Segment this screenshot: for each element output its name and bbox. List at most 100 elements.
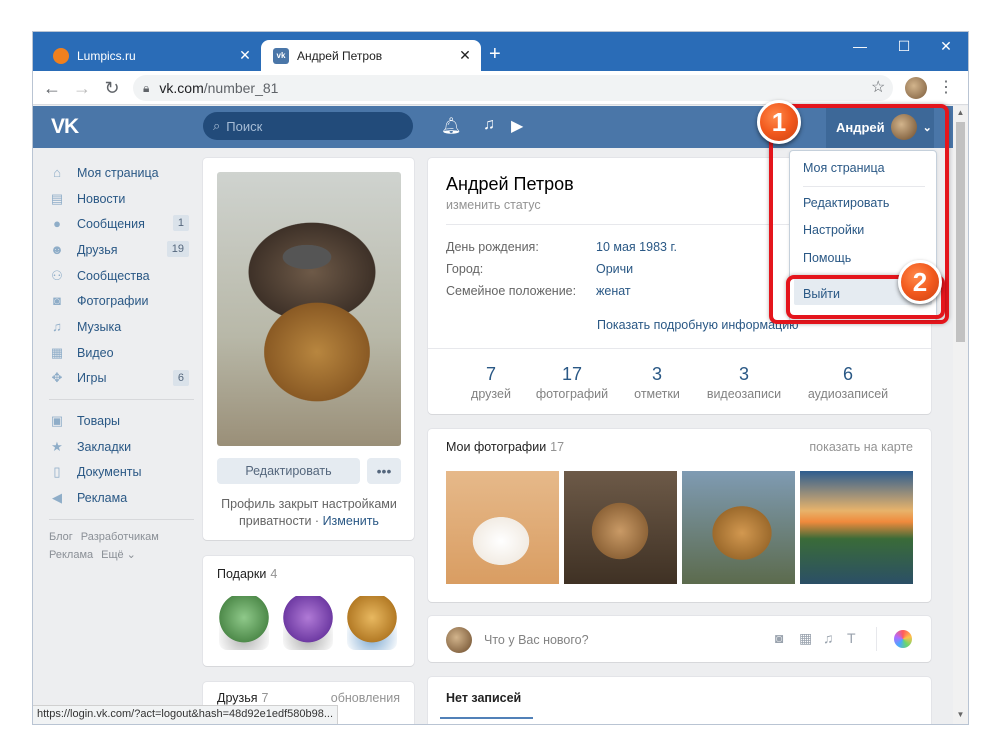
back-arrow-icon[interactable]: ← bbox=[41, 77, 63, 99]
photo-thumbnail[interactable] bbox=[446, 471, 559, 584]
vk-logo[interactable]: VK bbox=[51, 115, 79, 139]
stat-audio[interactable]: 6 аудиозаписей bbox=[803, 364, 893, 401]
more-actions-button[interactable]: ••• bbox=[367, 458, 401, 484]
lumpics-favicon-icon bbox=[53, 47, 69, 64]
nav-ads[interactable]: ◀ Реклама bbox=[49, 485, 194, 511]
minimize-button[interactable]: — bbox=[845, 38, 875, 54]
bookmark-star-icon[interactable]: ☆ bbox=[871, 77, 885, 97]
video-icon: ▦ bbox=[50, 344, 64, 360]
nav-photos[interactable]: ◙ Фотографии bbox=[49, 288, 194, 314]
story-icon[interactable] bbox=[894, 630, 912, 648]
music-icon[interactable]: ♫ bbox=[483, 116, 495, 134]
profile-photo[interactable] bbox=[217, 172, 401, 446]
scroll-up-icon[interactable]: ▲ bbox=[953, 108, 968, 117]
photo-thumbnail[interactable] bbox=[682, 471, 795, 584]
photo-thumbnail[interactable] bbox=[800, 471, 913, 584]
user-avatar bbox=[446, 627, 472, 653]
nav-music[interactable]: ♫ Музыка bbox=[49, 314, 194, 340]
my-photos-title[interactable]: Мои фотографии 17 bbox=[446, 440, 564, 454]
address-bar[interactable]: 🔒︎ vk.com/number_81 bbox=[133, 75, 893, 101]
gifts-title-text: Подарки bbox=[217, 567, 267, 581]
messages-count-badge: 1 bbox=[172, 215, 189, 232]
attach-text-icon[interactable]: T bbox=[847, 630, 856, 646]
nav-my-page[interactable]: ⌂ Моя страница bbox=[49, 160, 194, 186]
nav-messages[interactable]: ● Сообщения 1 bbox=[49, 211, 194, 237]
games-count-badge: 6 bbox=[172, 369, 189, 386]
new-tab-button[interactable]: + bbox=[489, 44, 501, 64]
gifts-card: Подарки 4 bbox=[203, 556, 414, 666]
close-window-button[interactable]: ✕ bbox=[931, 38, 961, 55]
edit-profile-button[interactable]: Редактировать bbox=[217, 458, 360, 484]
privacy-notice: Профиль закрыт настройками приватности ·… bbox=[213, 496, 405, 530]
friends-title[interactable]: Друзья 7 bbox=[217, 691, 269, 705]
profile-photo-card: Редактировать ••• Профиль закрыт настрой… bbox=[203, 158, 414, 540]
forward-arrow-icon[interactable]: → bbox=[71, 77, 93, 99]
menu-kebab-icon[interactable]: ⋮ bbox=[938, 77, 954, 97]
star-icon: ★ bbox=[51, 438, 63, 454]
footer-ads-link[interactable]: Реклама bbox=[49, 549, 93, 561]
info-value[interactable]: женат bbox=[596, 284, 631, 298]
stat-label: друзей bbox=[471, 387, 511, 401]
nav-label: Документы bbox=[77, 465, 142, 480]
gift-item[interactable] bbox=[347, 596, 397, 650]
attach-video-icon[interactable]: ▦ bbox=[799, 630, 812, 647]
friends-count: 7 bbox=[261, 691, 269, 705]
notifications-bell-icon[interactable]: 🔔︎ bbox=[441, 116, 461, 136]
stat-tags[interactable]: 3 отметки bbox=[612, 364, 702, 401]
friends-updates-link[interactable]: обновления bbox=[331, 691, 400, 705]
gift-item[interactable] bbox=[219, 596, 269, 650]
show-more-info-link[interactable]: Показать подробную информацию bbox=[597, 318, 799, 332]
home-icon: ⌂ bbox=[53, 164, 61, 180]
nav-label: Фотографии bbox=[77, 294, 149, 309]
video-play-icon[interactable]: ▶ bbox=[511, 116, 523, 136]
tab-close-icon[interactable]: ✕ bbox=[455, 47, 475, 64]
tab-vk-profile[interactable]: vk Андрей Петров ✕ bbox=[261, 40, 481, 71]
nav-news[interactable]: ▤ Новости bbox=[49, 186, 194, 212]
change-status-link[interactable]: изменить статус bbox=[446, 198, 541, 212]
nav-label: Закладки bbox=[77, 439, 132, 454]
step-badge-2: 2 bbox=[898, 260, 942, 304]
stat-label: отметки bbox=[634, 387, 680, 401]
scrollbar-thumb[interactable] bbox=[956, 122, 965, 342]
footer-more-link[interactable]: Ещё ⌄ bbox=[101, 549, 136, 561]
info-value[interactable]: Оричи bbox=[596, 262, 633, 276]
nav-communities[interactable]: ⚇ Сообщества bbox=[49, 263, 194, 289]
scroll-down-icon[interactable]: ▼ bbox=[953, 710, 968, 719]
divider bbox=[876, 627, 877, 651]
stat-friends[interactable]: 7 друзей bbox=[446, 364, 536, 401]
gift-item[interactable] bbox=[283, 596, 333, 650]
footer-dev-link[interactable]: Разработчикам bbox=[81, 531, 159, 543]
nav-games[interactable]: ✥ Игры 6 bbox=[49, 366, 194, 392]
tab-lumpics[interactable]: Lumpics.ru ✕ bbox=[41, 40, 261, 71]
stat-number: 6 bbox=[842, 364, 853, 384]
new-post-input[interactable]: Что у Вас нового? bbox=[484, 633, 589, 647]
nav-documents[interactable]: ▯ Документы bbox=[49, 460, 194, 486]
wall-tab-no-posts[interactable]: Нет записей bbox=[446, 691, 521, 705]
maximize-button[interactable]: ☐ bbox=[889, 38, 919, 55]
left-navigation: ⌂ Моя страница ▤ Новости ● Сообщения 1 ☻ Друз… bbox=[49, 160, 194, 564]
nav-bookmarks[interactable]: ★ Закладки bbox=[49, 434, 194, 460]
nav-video[interactable]: ▦ Видео bbox=[49, 340, 194, 366]
nav-friends[interactable]: ☻ Друзья 19 bbox=[49, 237, 194, 263]
attach-music-icon[interactable]: ♫ bbox=[823, 630, 834, 646]
footer-blog-link[interactable]: Блог bbox=[49, 531, 73, 543]
info-value[interactable]: 10 мая 1983 г. bbox=[596, 240, 677, 254]
stat-videos[interactable]: 3 видеозаписи bbox=[699, 364, 789, 401]
nav-shop[interactable]: ▣ Товары bbox=[49, 408, 194, 434]
show-on-map-link[interactable]: показать на карте bbox=[809, 440, 913, 454]
nav-label: Друзья bbox=[77, 242, 118, 257]
tab-close-icon[interactable]: ✕ bbox=[235, 47, 255, 64]
stat-label: аудиозаписей bbox=[807, 387, 889, 401]
profile-avatar-icon[interactable] bbox=[905, 77, 927, 99]
gifts-title[interactable]: Подарки 4 bbox=[217, 567, 277, 581]
attach-photo-icon[interactable]: ◙ bbox=[775, 630, 783, 646]
stat-photos[interactable]: 17 фотографий bbox=[527, 364, 617, 401]
nav-label: Новости bbox=[77, 191, 126, 206]
search-input[interactable]: ⌕ Поиск bbox=[203, 112, 413, 140]
ads-icon: ◀ bbox=[52, 490, 62, 506]
step-badge-1: 1 bbox=[757, 100, 801, 144]
reload-icon[interactable]: ↻ bbox=[101, 77, 123, 99]
photo-thumbnail[interactable] bbox=[564, 471, 677, 584]
privacy-change-link[interactable]: Изменить bbox=[323, 514, 379, 528]
stat-number: 3 bbox=[738, 364, 749, 384]
